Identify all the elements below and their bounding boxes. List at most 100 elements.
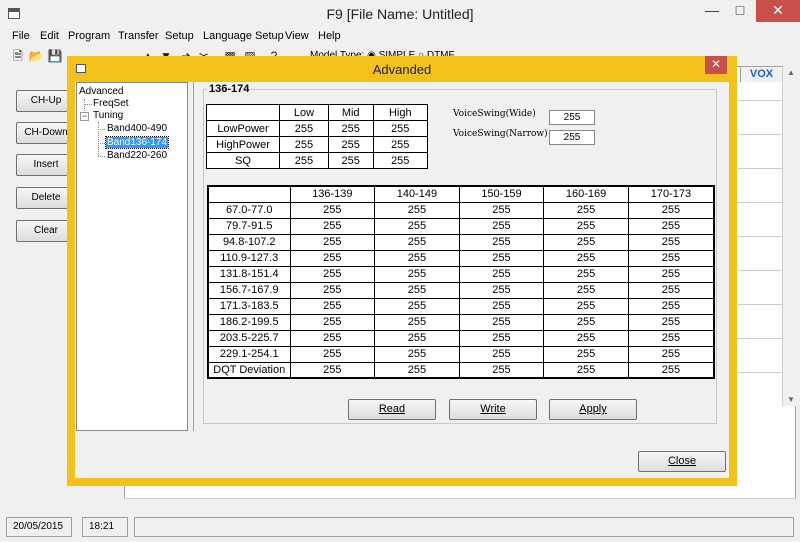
close-button[interactable]: Close [638,451,726,472]
menu-language-setup[interactable]: Language Setup [203,30,284,42]
tone-cell[interactable]: 255 [543,217,629,235]
power-cell[interactable]: 255 [327,120,374,137]
tone-cell[interactable]: 255 [289,265,376,283]
new-file-icon[interactable]: 🗎 [10,48,26,64]
menu-help[interactable]: Help [318,30,341,42]
close-window-button[interactable]: ✕ [756,0,800,22]
menu-file[interactable]: File [12,30,30,42]
write-button[interactable]: Write [449,399,537,420]
tone-cell[interactable]: 255 [458,297,545,315]
tone-cell[interactable]: 255 [458,313,545,331]
tone-cell[interactable]: 255 [289,281,376,299]
tone-cell[interactable]: 255 [458,281,545,299]
tone-cell[interactable]: 255 [458,233,545,251]
tone-cell[interactable]: 255 [374,361,460,379]
tree-node-band220-260[interactable]: Band220-260 [107,150,167,161]
vertical-scrollbar[interactable] [782,66,799,406]
power-cell[interactable]: 255 [279,136,329,153]
tone-cell[interactable]: 255 [627,297,715,315]
tone-cell[interactable]: 255 [374,265,460,283]
collapse-icon[interactable]: − [80,112,89,121]
tone-cell[interactable]: 255 [458,345,545,363]
tone-cell[interactable]: 255 [374,201,460,219]
tone-cell[interactable]: 255 [627,249,715,267]
tree-node-freqset[interactable]: FreqSet [93,98,129,109]
menu-setup[interactable]: Setup [165,30,194,42]
tone-cell[interactable]: 255 [289,313,376,331]
voiceswing-wide-input[interactable]: 255 [549,110,595,125]
voiceswing-narrow-input[interactable]: 255 [549,130,595,145]
tone-cell[interactable]: 255 [627,265,715,283]
tone-cell[interactable]: 255 [458,265,545,283]
menu-program[interactable]: Program [68,30,110,42]
tone-cell[interactable]: 255 [374,297,460,315]
tone-cell[interactable]: 255 [289,329,376,347]
tone-cell[interactable]: 255 [374,217,460,235]
tone-cell[interactable]: 255 [543,281,629,299]
power-cell[interactable]: 255 [372,152,428,169]
tone-cell[interactable]: 255 [543,345,629,363]
tone-cell[interactable]: 255 [627,361,715,379]
tone-cell[interactable]: 255 [289,201,376,219]
save-icon[interactable]: 💾 [47,48,63,64]
minimize-button[interactable]: — [698,0,726,22]
tone-cell[interactable]: 255 [374,329,460,347]
tone-cell[interactable]: 255 [543,361,629,379]
tone-cell[interactable]: 255 [289,361,376,379]
tone-cell[interactable]: 255 [458,217,545,235]
tone-cell[interactable]: 255 [374,281,460,299]
tone-cell[interactable]: 255 [543,265,629,283]
tone-cell[interactable]: 255 [627,233,715,251]
apply-button-label: Apply [579,403,607,415]
tone-cell[interactable]: 255 [543,329,629,347]
tree-node-tuning[interactable]: Tuning [93,110,123,121]
tone-cell[interactable]: 255 [543,233,629,251]
tone-cell[interactable]: 255 [627,345,715,363]
tone-row-label: 79.7-91.5 [207,217,291,235]
power-cell[interactable]: 255 [279,152,329,169]
tone-cell[interactable]: 255 [627,329,715,347]
tone-cell[interactable]: 255 [543,297,629,315]
menu-transfer[interactable]: Transfer [118,30,159,42]
horizontal-scrollbar[interactable] [124,498,796,512]
tone-cell[interactable]: 255 [374,249,460,267]
tone-cell[interactable]: 255 [289,249,376,267]
tree-node-band136-174-label[interactable]: Band136-174 [104,136,170,149]
power-cell[interactable]: 255 [372,120,428,137]
apply-button[interactable]: Apply [549,399,637,420]
tone-cell[interactable]: 255 [374,313,460,331]
vox-column-header[interactable]: VOX [740,67,782,82]
tree-node-advanced[interactable]: Advanced [79,86,123,97]
tone-cell[interactable]: 255 [458,329,545,347]
tone-cell[interactable]: 255 [289,345,376,363]
menu-view[interactable]: View [285,30,309,42]
power-table: Low Mid High LowPower 255 255 255 HighPo… [206,104,428,169]
tone-cell[interactable]: 255 [627,281,715,299]
tone-cell[interactable]: 255 [458,361,545,379]
read-button[interactable]: Read [348,399,436,420]
tone-cell[interactable]: 255 [627,201,715,219]
tone-cell[interactable]: 255 [627,217,715,235]
open-folder-icon[interactable]: 📂 [28,48,44,64]
tone-cell[interactable]: 255 [543,249,629,267]
dialog-close-icon[interactable]: ✕ [705,56,727,74]
tone-cell[interactable]: 255 [458,249,545,267]
status-date: 20/05/2015 [6,517,72,537]
tone-cell[interactable]: 255 [289,217,376,235]
tone-cell[interactable]: 255 [374,233,460,251]
tone-cell[interactable]: 255 [458,201,545,219]
power-cell[interactable]: 255 [372,136,428,153]
tree-node-band400-490[interactable]: Band400-490 [107,123,167,134]
tone-cell[interactable]: 255 [374,345,460,363]
tree-node-band136-174[interactable]: Band136-174 [104,136,170,149]
tone-cell[interactable]: 255 [289,297,376,315]
power-cell[interactable]: 255 [327,152,374,169]
tone-cell[interactable]: 255 [289,233,376,251]
power-cell[interactable]: 255 [327,136,374,153]
power-cell[interactable]: 255 [279,120,329,137]
tone-cell[interactable]: 255 [627,313,715,331]
tone-cell[interactable]: 255 [543,313,629,331]
tone-cell[interactable]: 255 [543,201,629,219]
menu-edit[interactable]: Edit [40,30,59,42]
maximize-button[interactable]: □ [726,0,754,22]
